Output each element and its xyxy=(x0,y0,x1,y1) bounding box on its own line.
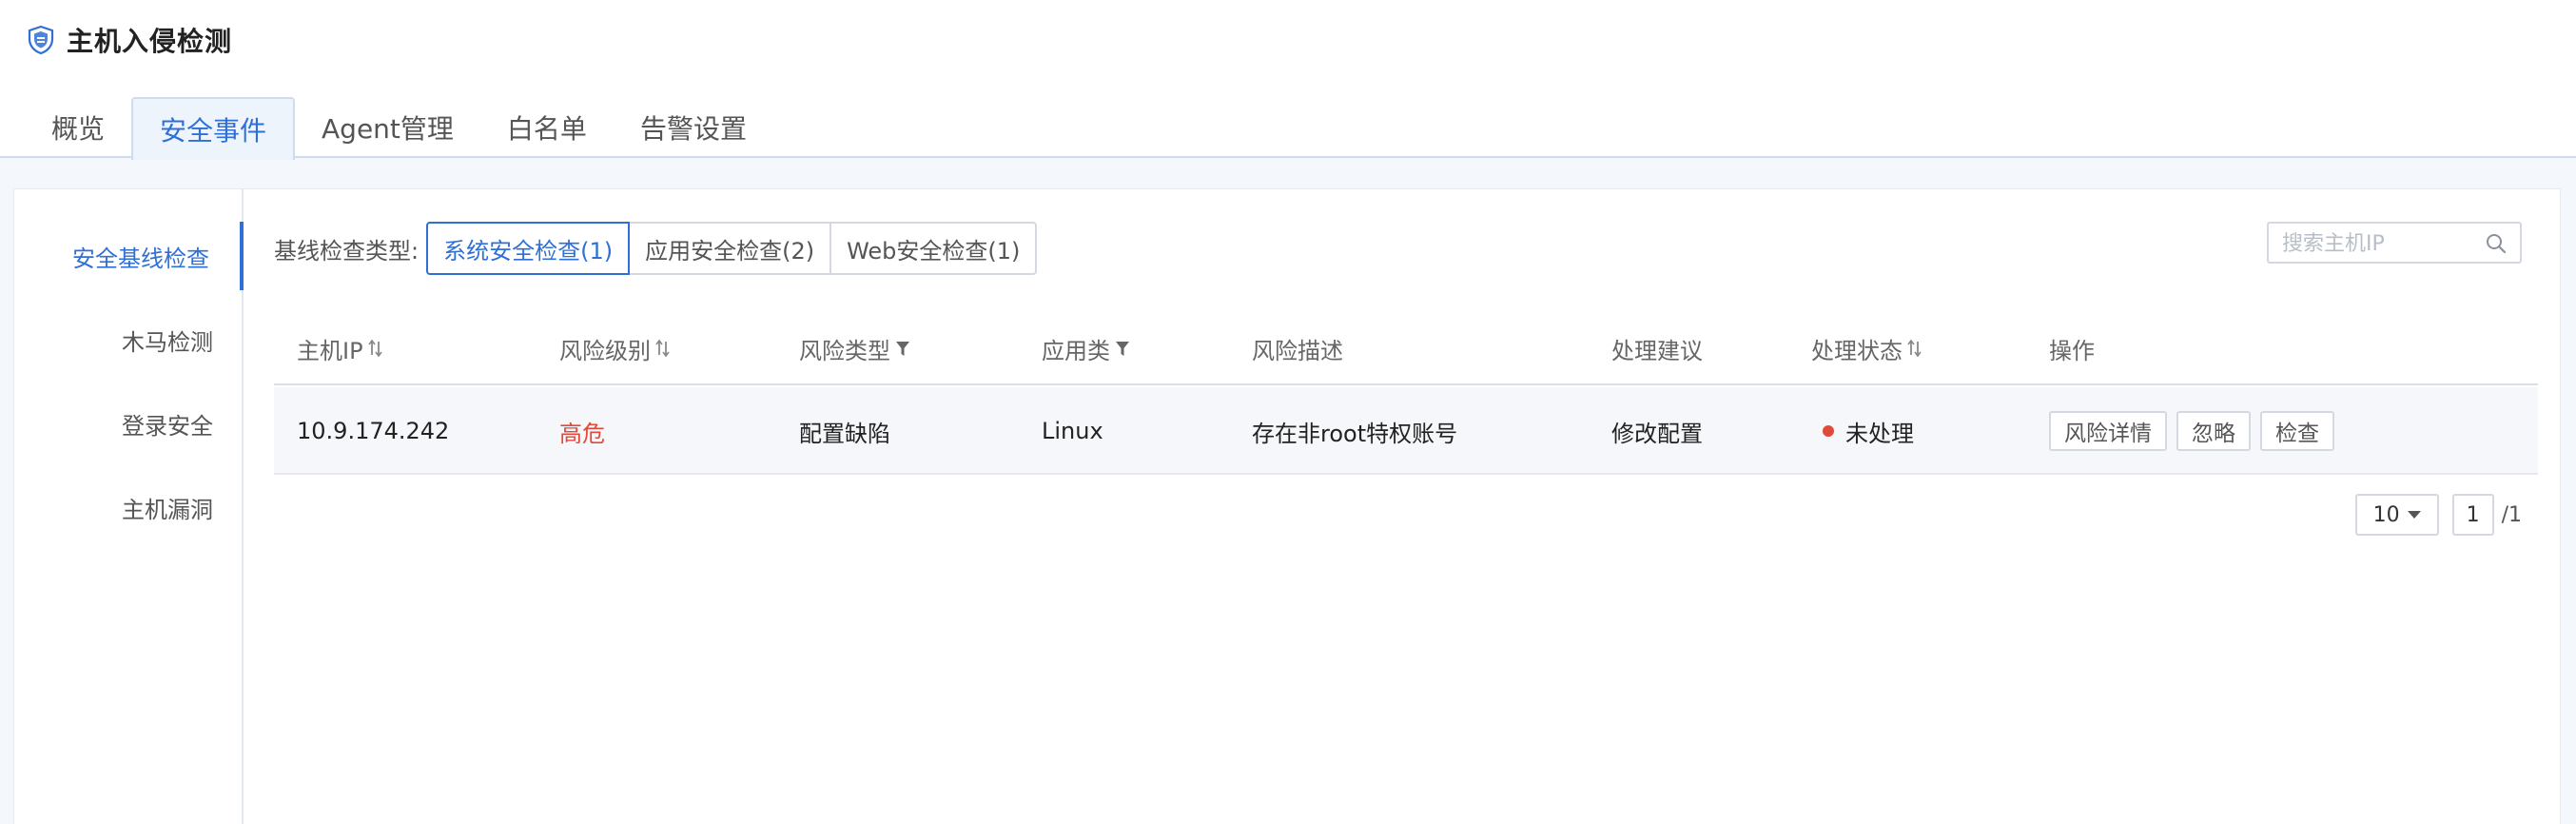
column-label: 风险类型 xyxy=(799,337,890,364)
sidebar: 安全基线检查 木马检测 登录安全 主机漏洞 xyxy=(14,189,244,824)
cell-risk-type: 配置缺陷 xyxy=(799,420,890,447)
page-size-value: 10 xyxy=(2372,502,2400,527)
tabs-divider xyxy=(0,156,2576,158)
column-label: 风险级别 xyxy=(559,337,651,364)
main-card: 安全基线检查 木马检测 登录安全 主机漏洞 基线检查类型: 系统安全检查(1) … xyxy=(13,188,2561,824)
baseline-type-segmented: 系统安全检查(1) 应用安全检查(2) Web安全检查(1) xyxy=(426,222,1038,275)
cell-host-ip: 10.9.174.242 xyxy=(297,418,450,444)
baseline-type-filter: 基线检查类型: 系统安全检查(1) 应用安全检查(2) Web安全检查(1) xyxy=(274,222,1038,275)
tab-alert-settings[interactable]: 告警设置 xyxy=(614,97,773,158)
table-row: 10.9.174.242 高危 配置缺陷 Linux 存在非root特权账号 修… xyxy=(274,387,2538,475)
status-dot-icon xyxy=(1823,425,1834,437)
main-tabs: 概览 安全事件 Agent管理 白名单 告警设置 xyxy=(25,97,773,160)
app-title: 主机入侵检测 xyxy=(27,21,232,59)
search-box xyxy=(2267,222,2522,264)
header: 主机入侵检测 概览 安全事件 Agent管理 白名单 告警设置 xyxy=(0,0,2576,160)
column-header-host-ip[interactable]: 主机IP xyxy=(297,313,384,383)
column-label: 处理建议 xyxy=(1611,337,1703,364)
filter-web-security[interactable]: Web安全检查(1) xyxy=(829,222,1038,275)
column-header-risk-level[interactable]: 风险级别 xyxy=(559,313,672,383)
ignore-button[interactable]: 忽略 xyxy=(2176,411,2251,451)
page-total: /1 xyxy=(2501,502,2522,527)
search-input[interactable] xyxy=(2282,229,2472,258)
sort-icon[interactable] xyxy=(1906,338,1923,359)
tab-security-events[interactable]: 安全事件 xyxy=(131,97,296,160)
sidebar-item-baseline-check[interactable]: 安全基线检查 xyxy=(14,222,244,290)
column-label: 处理状态 xyxy=(1811,337,1903,364)
filter-system-security[interactable]: 系统安全检查(1) xyxy=(426,222,631,275)
filter-icon[interactable] xyxy=(1114,338,1131,359)
column-header-status[interactable]: 处理状态 xyxy=(1811,313,1923,383)
column-label: 主机IP xyxy=(297,337,363,364)
column-header-app-type[interactable]: 应用类 xyxy=(1042,313,1131,383)
column-label: 操作 xyxy=(2049,337,2095,364)
status-text: 未处理 xyxy=(1845,420,1914,447)
page-number-input[interactable]: 1 xyxy=(2451,494,2494,536)
tab-agent-management[interactable]: Agent管理 xyxy=(295,97,480,158)
sidebar-item-login-security[interactable]: 登录安全 xyxy=(14,389,244,458)
filter-icon[interactable] xyxy=(894,338,911,359)
tab-whitelist[interactable]: 白名单 xyxy=(480,97,614,158)
cell-app-type: Linux xyxy=(1042,418,1103,444)
column-header-risk-type[interactable]: 风险类型 xyxy=(799,313,911,383)
cell-risk-level: 高危 xyxy=(559,420,605,447)
check-button[interactable]: 检查 xyxy=(2260,411,2334,451)
search-icon[interactable] xyxy=(2486,233,2507,254)
risk-detail-button[interactable]: 风险详情 xyxy=(2049,411,2167,451)
cell-description: 存在非root特权账号 xyxy=(1252,420,1458,447)
column-header-suggestion: 处理建议 xyxy=(1611,313,1703,383)
shield-icon xyxy=(28,25,54,55)
content-area: 基线检查类型: 系统安全检查(1) 应用安全检查(2) Web安全检查(1) 主… xyxy=(244,189,2562,824)
column-header-actions: 操作 xyxy=(2049,313,2095,383)
column-label: 风险描述 xyxy=(1252,337,1343,364)
page-size-select[interactable]: 10 xyxy=(2354,494,2439,536)
cell-suggestion: 修改配置 xyxy=(1611,420,1703,447)
column-label: 应用类 xyxy=(1042,337,1110,364)
tab-overview[interactable]: 概览 xyxy=(25,97,131,158)
table-header: 主机IP 风险级别 风险类型 应用类 风险描述 处理建议 处理状态 操作 xyxy=(274,313,2538,385)
sort-icon[interactable] xyxy=(367,338,384,359)
chevron-down-icon xyxy=(2407,511,2421,519)
page: 主机入侵检测 概览 安全事件 Agent管理 白名单 告警设置 安全基线检查 木… xyxy=(0,0,2576,824)
cell-status: 未处理 xyxy=(1823,387,1914,475)
app-title-text: 主机入侵检测 xyxy=(67,26,233,57)
filter-app-security[interactable]: 应用安全检查(2) xyxy=(628,222,832,275)
sidebar-item-trojan-detection[interactable]: 木马检测 xyxy=(14,305,244,374)
column-header-description: 风险描述 xyxy=(1252,313,1343,383)
sort-icon[interactable] xyxy=(654,338,672,359)
cell-actions: 风险详情 忽略 检查 xyxy=(2049,387,2344,475)
sidebar-item-host-vulnerability[interactable]: 主机漏洞 xyxy=(14,473,244,541)
pagination: 10 1 /1 xyxy=(2354,494,2522,536)
filter-label: 基线检查类型: xyxy=(274,237,420,265)
